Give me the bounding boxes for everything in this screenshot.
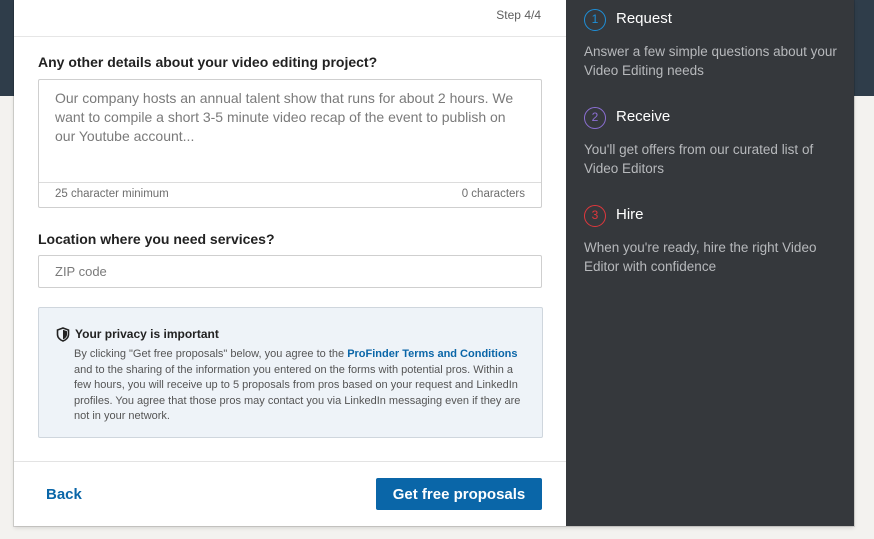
step-title: Request — [616, 10, 672, 27]
location-question-label: Location where you need services? — [38, 231, 275, 247]
step-number-badge: 1 — [584, 9, 606, 31]
how-it-works-panel: 1 Request Answer a few simple questions … — [566, 0, 854, 526]
zip-code-input[interactable] — [38, 255, 542, 288]
divider — [14, 461, 566, 462]
shield-icon — [56, 327, 70, 342]
step-number-badge: 2 — [584, 107, 606, 129]
privacy-notice: Your privacy is important By clicking "G… — [38, 307, 543, 438]
privacy-title: Your privacy is important — [75, 327, 219, 341]
details-footer: 25 character minimum 0 characters — [39, 182, 541, 207]
step-title: Hire — [616, 206, 644, 223]
character-count: 0 characters — [461, 188, 525, 200]
form-panel: Step 4/4 Any other details about your vi… — [14, 0, 566, 526]
details-field: 25 character minimum 0 characters — [38, 79, 542, 208]
get-free-proposals-button[interactable]: Get free proposals — [376, 478, 542, 510]
character-minimum-hint: 25 character minimum — [55, 188, 169, 200]
divider — [14, 36, 566, 37]
privacy-text: By clicking "Get free proposals" below, … — [74, 347, 532, 425]
step-indicator: Step 4/4 — [496, 8, 541, 22]
step-description: Answer a few simple questions about your… — [584, 44, 837, 78]
details-textarea[interactable] — [39, 80, 541, 183]
privacy-text-intro: By clicking "Get free proposals" below, … — [74, 348, 348, 360]
terms-link[interactable]: ProFinder Terms and Conditions — [347, 348, 517, 360]
privacy-text-body: and to the sharing of the information yo… — [74, 363, 521, 423]
step-description: When you're ready, hire the right Video … — [584, 240, 817, 274]
step-description: You'll get offers from our curated list … — [584, 142, 814, 176]
step-title: Receive — [616, 108, 671, 125]
back-button[interactable]: Back — [46, 486, 82, 503]
proposal-request-modal: Step 4/4 Any other details about your vi… — [14, 0, 854, 526]
details-question-label: Any other details about your video editi… — [38, 54, 378, 70]
step-number-badge: 3 — [584, 205, 606, 227]
